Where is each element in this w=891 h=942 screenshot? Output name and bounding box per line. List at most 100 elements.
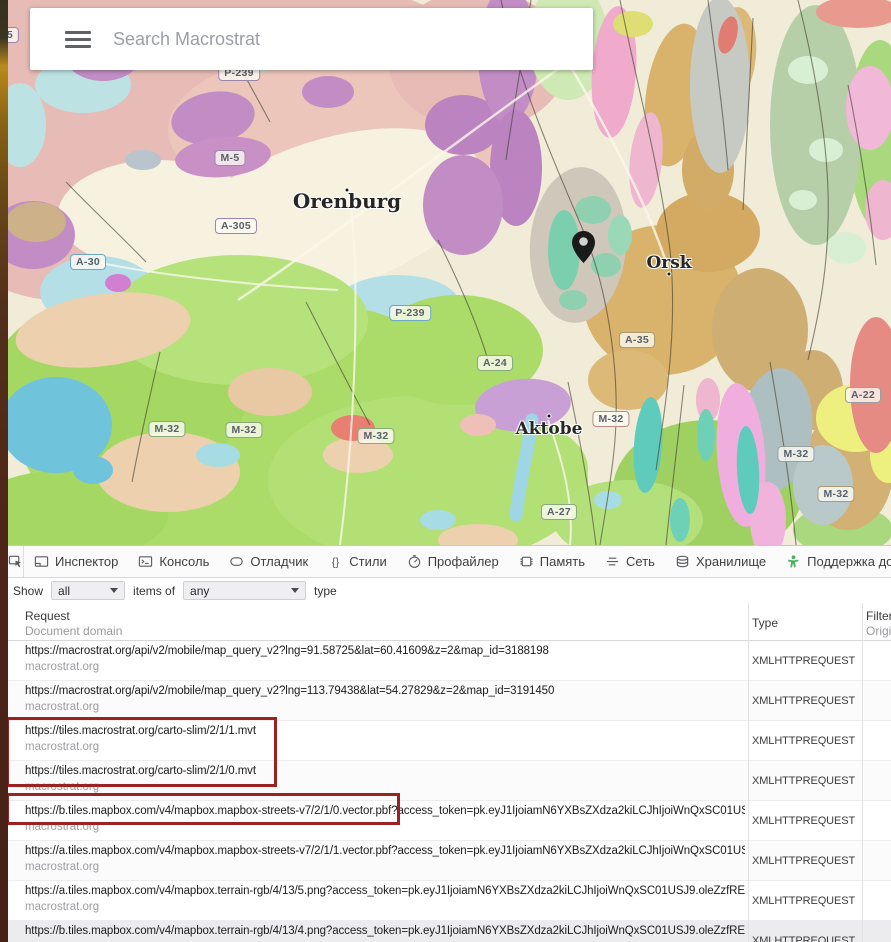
filter-show-select[interactable]: all (51, 581, 125, 600)
request-type: XMLHTTPREQUEST (752, 695, 855, 707)
tab-performance[interactable]: Профайлер (397, 546, 509, 577)
tab-inspector[interactable]: Инспектор (24, 546, 128, 577)
road-badge: M-5 (215, 150, 246, 166)
search-bar[interactable]: Search Macrostrat (30, 8, 593, 70)
request-url: https://a.tiles.mapbox.com/v4/mapbox.ter… (25, 885, 745, 897)
filter-type-value: any (190, 584, 209, 598)
braces-icon: {} (328, 554, 343, 569)
inspector-icon (34, 554, 49, 569)
request-domain: macrostrat.org (25, 861, 99, 873)
road-badge: M-32 (357, 428, 394, 444)
request-type: XMLHTTPREQUEST (752, 815, 855, 827)
road-badge: A-30 (70, 254, 106, 270)
table-row[interactable]: https://b.tiles.mapbox.com/v4/mapbox.ter… (8, 921, 891, 942)
tab-storage[interactable]: Хранилище (665, 546, 776, 577)
chevron-down-icon (291, 588, 299, 593)
city-label-orenburg: Orenburg (293, 189, 401, 213)
filter-type-label: type (314, 584, 337, 598)
table-row[interactable]: https://tiles.macrostrat.org/carto-slim/… (8, 761, 891, 801)
tab-debugger[interactable]: Отладчик (219, 546, 318, 577)
tab-accessibility[interactable]: Поддержка доступности (776, 546, 891, 577)
filter-show-value: all (58, 584, 70, 598)
browser-viewport: P-239 M-5 A-305 A-30 P-239 A-35 A-24 A-2… (0, 0, 891, 942)
network-filter-bar: Show all items of any type (8, 578, 891, 603)
profiler-icon (407, 554, 422, 569)
tab-console[interactable]: Консоль (128, 546, 219, 577)
column-document-domain: Document domain (25, 624, 122, 638)
column-filter[interactable]: Filter (866, 609, 891, 623)
request-url: https://tiles.macrostrat.org/carto-slim/… (25, 765, 745, 777)
debugger-icon (229, 554, 244, 569)
road-badge: A-24 (477, 355, 513, 371)
macrostrat-map[interactable]: P-239 M-5 A-305 A-30 P-239 A-35 A-24 A-2… (8, 0, 891, 545)
devtools-tabbar: Инспектор Консоль Отладчик {} Стили Проф… (8, 546, 891, 578)
map-pin-icon[interactable] (571, 230, 596, 264)
table-row[interactable]: https://macrostrat.org/api/v2/mobile/map… (8, 641, 891, 681)
console-icon (138, 554, 153, 569)
network-request-list: https://macrostrat.org/api/v2/mobile/map… (8, 641, 891, 942)
devtools-panel: Инспектор Консоль Отладчик {} Стили Проф… (8, 545, 891, 942)
svg-text:{}: {} (332, 556, 340, 568)
table-row[interactable]: https://a.tiles.mapbox.com/v4/mapbox.ter… (8, 881, 891, 921)
road-badge: M-32 (592, 411, 629, 427)
request-domain: macrostrat.org (25, 661, 99, 673)
road-badge: M-32 (817, 486, 854, 502)
request-domain: macrostrat.org (25, 741, 99, 753)
tab-label: Сеть (626, 554, 655, 569)
tab-label: Память (540, 554, 585, 569)
request-url: https://b.tiles.mapbox.com/v4/mapbox.map… (25, 805, 745, 817)
city-dot (667, 272, 672, 277)
road-badge: P-239 (389, 305, 431, 321)
table-row[interactable]: https://a.tiles.mapbox.com/v4/mapbox.map… (8, 841, 891, 881)
memory-icon (519, 554, 534, 569)
request-type: XMLHTTPREQUEST (752, 895, 855, 907)
request-url: https://macrostrat.org/api/v2/mobile/map… (25, 645, 745, 657)
request-type: XMLHTTPREQUEST (752, 775, 855, 787)
network-table-header[interactable]: Request Document domain Type Filter Orig… (8, 603, 891, 641)
menu-icon[interactable] (65, 27, 91, 52)
road-badge: A-305 (215, 218, 257, 234)
tab-label: Хранилище (696, 554, 766, 569)
request-type: XMLHTTPREQUEST (752, 855, 855, 867)
tab-label: Профайлер (428, 554, 499, 569)
request-url: https://tiles.macrostrat.org/carto-slim/… (25, 725, 745, 737)
filter-show-label: Show (13, 584, 43, 598)
road-badge: M-32 (225, 422, 262, 438)
road-badge: A-35 (619, 332, 655, 348)
column-request[interactable]: Request (25, 609, 70, 623)
tab-network[interactable]: Сеть (595, 546, 665, 577)
table-row[interactable]: https://tiles.macrostrat.org/carto-slim/… (8, 721, 891, 761)
search-input[interactable]: Search Macrostrat (113, 29, 260, 50)
picker-icon (8, 554, 23, 569)
column-type[interactable]: Type (752, 616, 778, 630)
storage-icon (675, 554, 690, 569)
city-dot (547, 414, 552, 419)
request-domain: macrostrat.org (25, 821, 99, 833)
request-domain: macrostrat.org (25, 701, 99, 713)
road-badge: 5 (8, 27, 19, 43)
road-badge: A-22 (845, 387, 881, 403)
filter-type-select[interactable]: any (183, 581, 306, 600)
tab-label: Стили (349, 554, 386, 569)
road-badge: A-27 (541, 504, 577, 520)
city-label-orsk: Orsk (646, 253, 691, 273)
network-icon (605, 554, 620, 569)
request-url: https://a.tiles.mapbox.com/v4/mapbox.map… (25, 845, 745, 857)
column-divider (748, 603, 749, 942)
city-label-aktobe: Aktobe (516, 419, 583, 439)
tab-label: Отладчик (250, 554, 308, 569)
accessibility-icon (786, 554, 801, 569)
tab-memory[interactable]: Память (509, 546, 595, 577)
tab-label: Инспектор (55, 554, 118, 569)
tab-style-editor[interactable]: {} Стили (318, 546, 396, 577)
filter-items-of-label: items of (133, 584, 175, 598)
table-row[interactable]: https://b.tiles.mapbox.com/v4/mapbox.map… (8, 801, 891, 841)
request-type: XMLHTTPREQUEST (752, 935, 855, 942)
chevron-down-icon (110, 588, 118, 593)
element-picker-button[interactable] (8, 546, 24, 577)
road-badge: M-32 (777, 446, 814, 462)
request-url: https://b.tiles.mapbox.com/v4/mapbox.ter… (25, 925, 745, 937)
request-domain: macrostrat.org (25, 901, 99, 913)
table-row[interactable]: https://macrostrat.org/api/v2/mobile/map… (8, 681, 891, 721)
column-origin: Origi (866, 624, 891, 638)
